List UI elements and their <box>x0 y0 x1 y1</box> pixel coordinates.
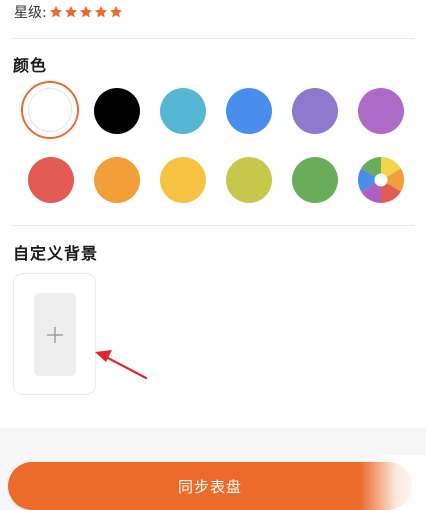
rating-row: 星级: <box>14 1 123 23</box>
color-swatch-lavender[interactable] <box>292 88 338 134</box>
color-swatch-green[interactable] <box>292 157 338 203</box>
plus-icon <box>47 326 63 343</box>
watch-face-settings-page: 星级: 颜色 自定义背景 同步表盘 <box>0 0 426 510</box>
color-swatch-purple[interactable] <box>358 88 404 134</box>
upload-placeholder <box>34 293 76 376</box>
sync-watch-face-button[interactable]: 同步表盘 <box>8 462 412 510</box>
custom-background-title: 自定义背景 <box>13 244 99 263</box>
star-icon <box>94 6 107 18</box>
star-icon <box>79 6 92 18</box>
star-icon <box>49 6 62 18</box>
color-swatch-lime[interactable] <box>226 157 272 203</box>
color-swatch-blue[interactable] <box>226 88 272 134</box>
star-icon <box>109 6 122 18</box>
color-swatch-orange[interactable] <box>94 157 140 203</box>
color-swatch-white-fill <box>28 88 72 132</box>
color-swatch-red[interactable] <box>28 157 74 203</box>
add-background-button[interactable] <box>13 273 96 395</box>
annotation-arrow-icon <box>95 350 148 380</box>
color-wheel-icon[interactable] <box>358 157 404 203</box>
rating-stars <box>49 5 123 19</box>
sync-button-label: 同步表盘 <box>177 477 242 496</box>
divider <box>12 225 414 226</box>
star-icon <box>64 6 77 18</box>
color-section-title: 颜色 <box>13 56 48 75</box>
rating-label: 星级: <box>14 5 47 21</box>
divider <box>12 38 414 39</box>
color-swatch-cyan[interactable] <box>160 88 206 134</box>
color-swatch-white[interactable] <box>21 81 79 139</box>
color-swatch-black[interactable] <box>94 88 140 134</box>
color-swatch-yellow[interactable] <box>160 157 206 203</box>
